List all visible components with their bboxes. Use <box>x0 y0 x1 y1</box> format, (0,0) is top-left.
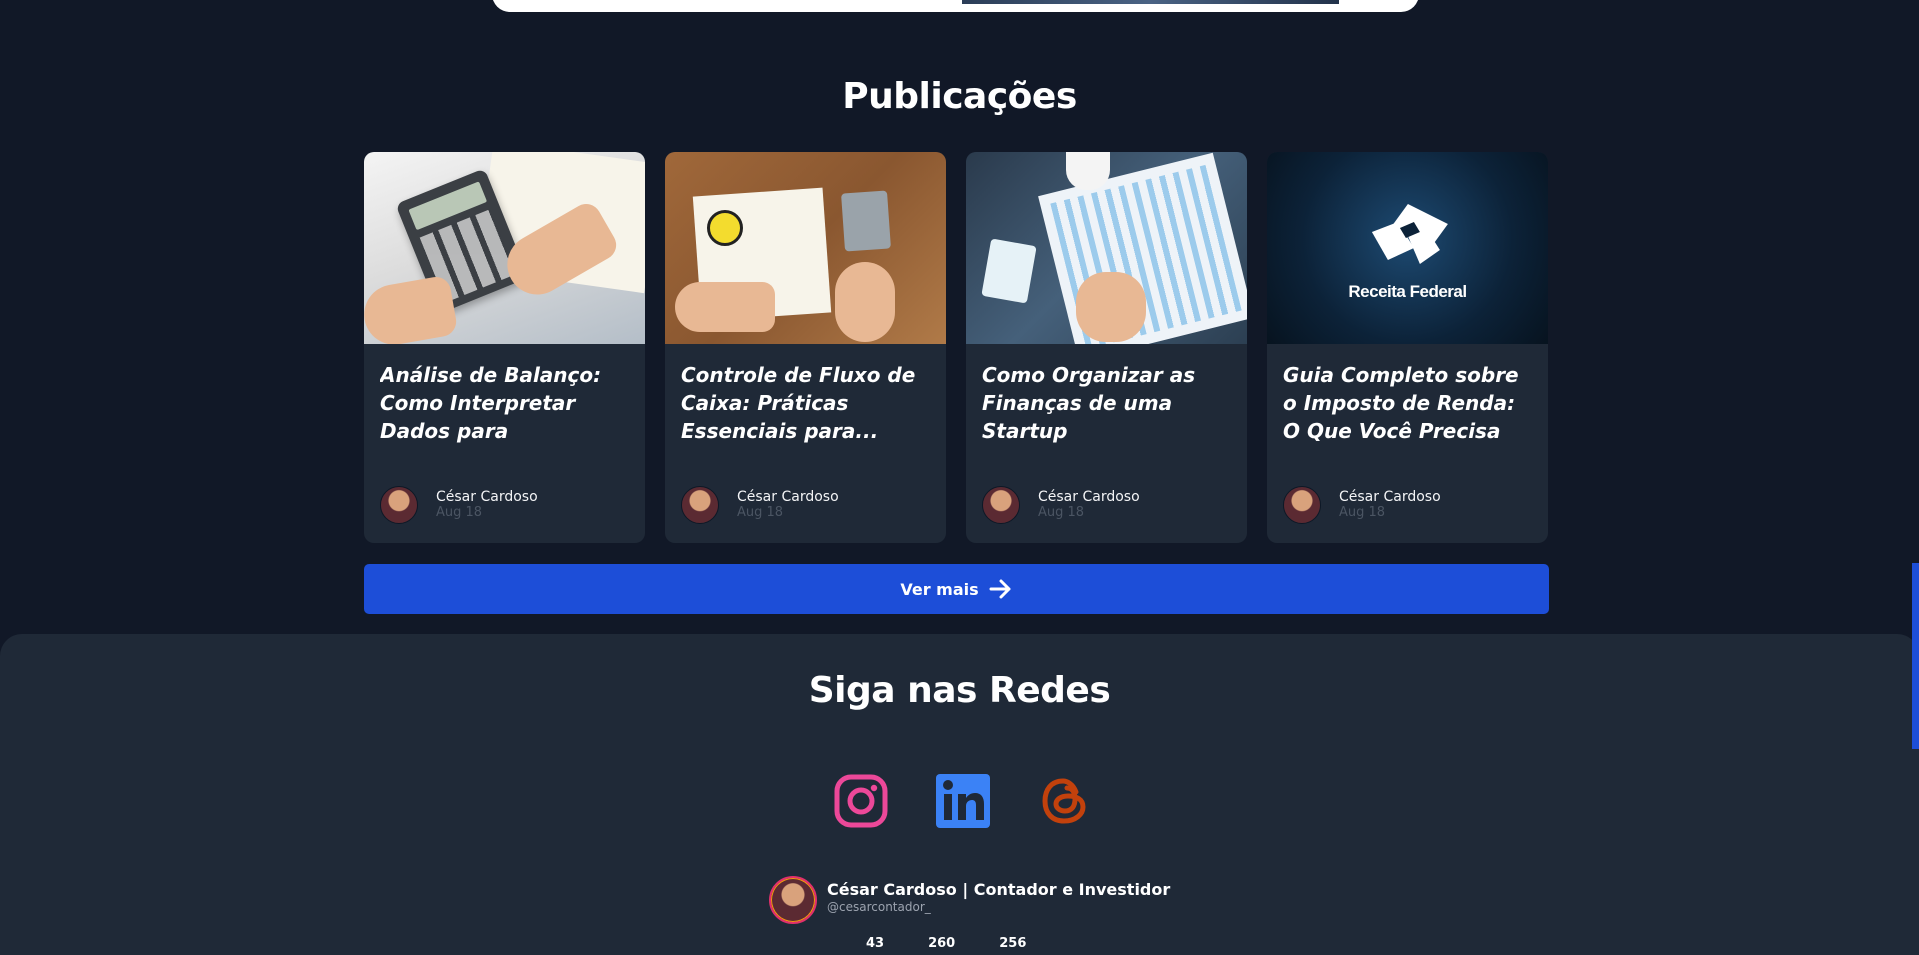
publication-card[interactable]: Como Organizar as Finanças de uma Startu… <box>966 152 1247 543</box>
avatar <box>380 486 418 524</box>
receita-federal-emblem-icon <box>1371 203 1448 264</box>
publication-card[interactable]: Controle de Fluxo de Caixa: Práticas Ess… <box>665 152 946 543</box>
stat-value: 256 <box>999 936 1027 951</box>
stat-value: 260 <box>928 936 956 951</box>
stat-value: 43 <box>866 936 885 951</box>
publication-title: Guia Completo sobre o Imposto de Renda: … <box>1283 363 1519 443</box>
featured-card-bottom <box>492 0 1419 12</box>
publication-author: César Cardoso Aug 18 <box>982 486 1140 524</box>
social-links <box>0 774 1919 828</box>
profile-stats: 43 260 256 <box>866 936 1026 951</box>
publication-image <box>966 152 1247 344</box>
publication-title: Como Organizar as Finanças de uma Startu… <box>982 363 1196 443</box>
linkedin-icon[interactable] <box>936 774 990 828</box>
ver-mais-button[interactable]: Ver mais <box>364 564 1549 614</box>
publications-title: Publicações <box>842 76 1077 117</box>
arrow-right-icon <box>989 579 1011 599</box>
avatar <box>1283 486 1321 524</box>
publication-date: Aug 18 <box>1339 505 1386 520</box>
hand-illustration <box>835 262 895 342</box>
calculator-illustration <box>841 190 891 252</box>
social-title: Siga nas Redes <box>808 670 1111 711</box>
publication-date: Aug 18 <box>436 505 483 520</box>
hand-illustration <box>364 274 459 344</box>
publication-author: César Cardoso Aug 18 <box>681 486 839 524</box>
profile-card[interactable]: César Cardoso | Contador e Investidor @c… <box>769 876 1170 924</box>
publication-author: César Cardoso Aug 18 <box>1283 486 1441 524</box>
publication-date: Aug 18 <box>1038 505 1085 520</box>
author-name: César Cardoso <box>737 489 839 505</box>
coffee-cup-illustration <box>1066 152 1110 190</box>
receita-federal-logo: Receita Federal <box>1348 202 1467 302</box>
publication-card[interactable]: Receita Federal Guia Completo sobre o Im… <box>1267 152 1548 543</box>
publication-date: Aug 18 <box>737 505 784 520</box>
publication-image <box>665 152 946 344</box>
hand-illustration <box>675 282 775 332</box>
hand-illustration <box>1076 272 1146 342</box>
publication-image <box>364 152 645 344</box>
publication-author: César Cardoso Aug 18 <box>380 486 538 524</box>
publication-title: Controle de Fluxo de Caixa: Práticas Ess… <box>681 363 916 443</box>
featured-card-image <box>962 0 1339 4</box>
avatar <box>681 486 719 524</box>
threads-icon[interactable] <box>1038 774 1092 828</box>
lightbulb-illustration <box>707 210 743 246</box>
scrollbar-thumb[interactable] <box>1912 563 1919 749</box>
publication-card[interactable]: Análise de Balanço: Como Interpretar Dad… <box>364 152 645 543</box>
publication-title: Análise de Balanço: Como Interpretar Dad… <box>380 363 602 443</box>
publications-list: Análise de Balanço: Como Interpretar Dad… <box>364 152 1549 543</box>
author-name: César Cardoso <box>1038 489 1140 505</box>
author-name: César Cardoso <box>436 489 538 505</box>
author-name: César Cardoso <box>1339 489 1441 505</box>
avatar <box>982 486 1020 524</box>
profile-name: César Cardoso | Contador e Investidor <box>827 880 1171 899</box>
calculator-illustration <box>981 238 1037 304</box>
avatar <box>769 876 817 924</box>
instagram-icon[interactable] <box>834 774 888 828</box>
receita-federal-text: Receita Federal <box>1348 281 1467 301</box>
ver-mais-label: Ver mais <box>900 579 979 599</box>
publication-image: Receita Federal <box>1267 152 1548 344</box>
profile-handle: @cesarcontador_ <box>827 900 931 914</box>
